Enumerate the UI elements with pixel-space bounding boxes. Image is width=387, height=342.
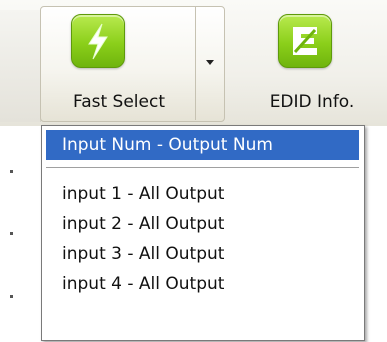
fast-select-dropdown-arrow[interactable] (196, 6, 223, 120)
chevron-down-icon (205, 59, 214, 65)
background-mark (10, 170, 13, 173)
menu-item-input-1-all-output[interactable]: input 1 - All Output (46, 179, 359, 209)
background-mark (10, 295, 13, 298)
lightning-icon (71, 14, 125, 68)
fast-select-dropdown-menu: Input Num - Output Num input 1 - All Out… (41, 125, 365, 341)
menu-item-input-2-all-output[interactable]: input 2 - All Output (46, 209, 359, 239)
ribbon-toolbar: Fast Select EDID Info. (0, 0, 387, 126)
menu-separator (46, 167, 359, 168)
edid-icon[interactable] (278, 14, 332, 68)
menu-item-input-4-all-output[interactable]: input 4 - All Output (46, 269, 359, 299)
menu-item-input-num-output-num[interactable]: Input Num - Output Num (46, 130, 359, 160)
edid-info-label[interactable]: EDID Info. (244, 92, 380, 112)
toolbar-button-partial[interactable] (0, 10, 41, 122)
background-mark (10, 232, 13, 235)
fast-select-label: Fast Select (72, 92, 165, 112)
menu-item-input-3-all-output[interactable]: input 3 - All Output (46, 239, 359, 269)
